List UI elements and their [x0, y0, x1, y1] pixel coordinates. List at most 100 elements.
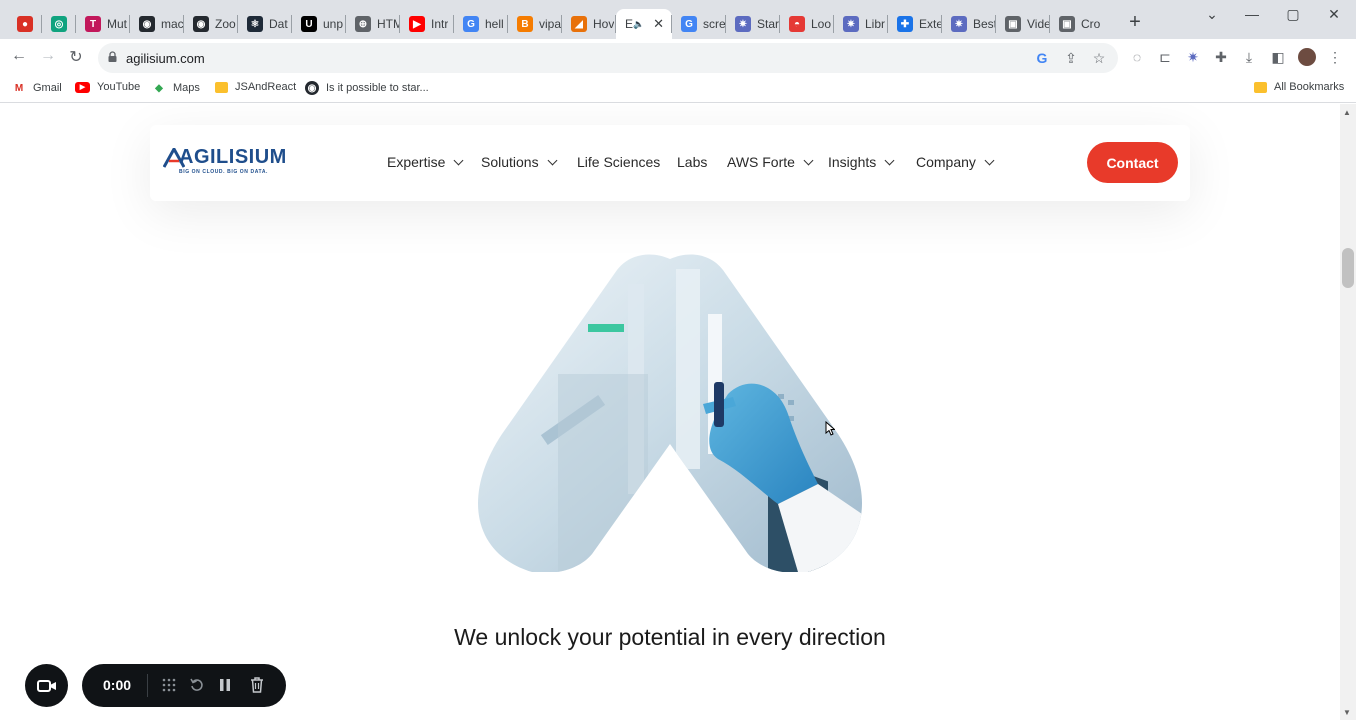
scroll-up-icon[interactable]: ▲ — [1343, 108, 1351, 117]
github-icon: ◉ — [305, 81, 319, 95]
reload-icon[interactable]: ↻ — [66, 47, 86, 67]
bookmark-star-icon[interactable]: ☆ — [1090, 50, 1108, 67]
nav-item-label: Expertise — [387, 154, 446, 170]
url-text: agilisium.com — [126, 51, 205, 66]
all-bookmarks-button[interactable]: All Bookmarks — [1254, 81, 1344, 93]
scrollbar-thumb[interactable] — [1342, 248, 1354, 288]
browser-tab[interactable]: ✚ Exte — [888, 9, 942, 39]
browser-tab[interactable]: Gscre — [672, 9, 726, 39]
trash-icon[interactable] — [248, 676, 266, 694]
back-icon[interactable]: ← — [9, 47, 29, 65]
browser-tab[interactable]: ✷ Star — [726, 9, 780, 39]
browser-tab[interactable]: Ghell — [454, 9, 508, 39]
scroll-down-icon[interactable]: ▼ — [1343, 708, 1351, 717]
nav-item-aws-forte[interactable]: AWS Forte — [727, 154, 814, 170]
audio-playing-icon[interactable]: 🔈 — [633, 19, 644, 30]
maximize-icon[interactable]: ▢ — [1283, 6, 1303, 23]
bookmark-label: YouTube — [97, 81, 141, 93]
extension-icon[interactable]: ✷ — [1184, 49, 1202, 66]
browser-tab[interactable]: ◓ Loo — [780, 9, 834, 39]
nav-item-expertise[interactable]: Expertise — [387, 154, 464, 170]
restart-icon[interactable] — [188, 676, 206, 694]
bookmark-item[interactable]: ◆ Maps — [152, 81, 200, 95]
browser-tab[interactable]: Bvipa — [508, 9, 562, 39]
share-icon[interactable]: ⇪ — [1062, 50, 1080, 67]
close-tab-icon[interactable]: ✕ — [653, 16, 664, 32]
extensions-puzzle-icon[interactable]: ✚ — [1212, 49, 1230, 66]
browser-tab[interactable]: ⚛ Dat — [238, 9, 292, 39]
tab-favicon-icon: ◓ — [789, 16, 805, 32]
menu-kebab-icon[interactable]: ⋮ — [1326, 49, 1344, 66]
tab-title: Star — [757, 17, 780, 31]
mouse-cursor-icon — [825, 421, 835, 436]
google-lens-icon[interactable]: G — [1033, 50, 1051, 66]
page-scrollbar[interactable] — [1340, 104, 1356, 720]
tab-title: Mut — [107, 17, 128, 31]
tab-title: Loo — [811, 17, 832, 31]
tab-favicon-icon: B — [517, 16, 533, 32]
browser-tab[interactable]: ● — [8, 9, 42, 39]
address-bar[interactable]: agilisium.com G ⇪ ☆ — [98, 43, 1118, 73]
browser-tab-strip: ● ◎ T Mut ◉ mac ◉ Zoo ⚛ Dat Uunp ⊕ HTM ▶ Intr Ghell Bvip… — [0, 0, 1356, 39]
forward-icon[interactable]: → — [38, 47, 58, 65]
nav-item-insights[interactable]: Insights — [828, 154, 895, 170]
grid-icon[interactable] — [160, 676, 178, 694]
recorder-camera-button[interactable] — [25, 664, 68, 707]
download-icon[interactable]: ⤓ — [1240, 49, 1258, 66]
browser-tab[interactable]: ◢ Hov — [562, 9, 616, 39]
tab-favicon-icon: G — [681, 16, 697, 32]
tab-title: mac — [161, 17, 184, 31]
browser-tab[interactable]: ◎ — [42, 9, 76, 39]
tab-favicon-icon: ✚ — [897, 16, 913, 32]
tab-favicon-icon: ▶ — [409, 16, 425, 32]
tab-favicon-icon: ✷ — [735, 16, 751, 32]
minimize-icon[interactable]: — — [1242, 6, 1262, 22]
nav-item-label: Life Sciences — [577, 154, 661, 170]
new-tab-button[interactable]: + — [1124, 11, 1146, 34]
browser-tab[interactable]: ◉ Zoo — [184, 9, 238, 39]
camera-icon — [36, 679, 56, 692]
tab-title: Cro — [1081, 17, 1101, 31]
browser-tab[interactable]: ▣ Vide — [996, 9, 1050, 39]
gmail-icon: M — [14, 82, 24, 94]
close-window-icon[interactable]: ✕ — [1324, 6, 1344, 23]
tab-title: Zoo — [215, 17, 236, 31]
bookmark-item[interactable]: JSAndReact — [215, 81, 296, 93]
browser-tab[interactable]: T Mut — [76, 9, 130, 39]
contact-button[interactable]: Contact — [1087, 142, 1178, 183]
tab-favicon-icon: ● — [17, 16, 33, 32]
browser-tab[interactable]: ✷ Libr — [834, 9, 888, 39]
profile-avatar[interactable] — [1298, 48, 1316, 66]
browser-tab[interactable]: ▣ Cro — [1050, 9, 1104, 39]
tab-title: hell — [485, 17, 504, 31]
nav-item-company[interactable]: Company — [916, 154, 995, 170]
tab-title: Intr — [431, 17, 449, 31]
bookmark-item[interactable]: ◉ Is it possible to star... — [305, 81, 429, 95]
extension-icon[interactable]: ◌ — [1128, 49, 1146, 65]
nav-item-life-sciences[interactable]: Life Sciences — [577, 154, 660, 170]
browser-tab[interactable]: ⊕ HTM — [346, 9, 400, 39]
extension-icon[interactable]: ⊏ — [1156, 49, 1174, 66]
nav-item-labs[interactable]: Labs — [677, 154, 707, 170]
pause-icon[interactable] — [216, 676, 234, 694]
bookmark-label: Gmail — [33, 82, 62, 94]
recorder-controls: 0:00 — [82, 664, 286, 707]
bookmark-item[interactable]: M Gmail — [12, 81, 62, 95]
tab-favicon-icon: ✷ — [951, 16, 967, 32]
side-panel-icon[interactable]: ◧ — [1269, 49, 1287, 66]
nav-item-solutions[interactable]: Solutions — [481, 154, 558, 170]
tab-favicon-icon: ⚛ — [247, 16, 263, 32]
browser-tab[interactable]: Uunp — [292, 9, 346, 39]
tab-search-icon[interactable]: ⌄ — [1202, 6, 1222, 23]
bookmark-item[interactable]: ▶ YouTube — [75, 81, 140, 93]
browser-tab[interactable]: ▶ Intr — [400, 9, 454, 39]
tab-favicon-icon: ◉ — [139, 16, 155, 32]
chevron-down-icon — [984, 155, 995, 165]
browser-tab[interactable]: E 🔈 ✕ — [616, 9, 672, 39]
browser-tab[interactable]: ✷ Best — [942, 9, 996, 39]
browser-tab[interactable]: ◉ mac — [130, 9, 184, 39]
lock-icon — [108, 51, 117, 62]
agilisium-logo[interactable]: AGILISIUM BIG ON CLOUD. BIG ON DATA. — [163, 146, 298, 179]
tab-favicon-icon: ⊕ — [355, 16, 371, 32]
tab-title: vipa — [539, 17, 562, 31]
